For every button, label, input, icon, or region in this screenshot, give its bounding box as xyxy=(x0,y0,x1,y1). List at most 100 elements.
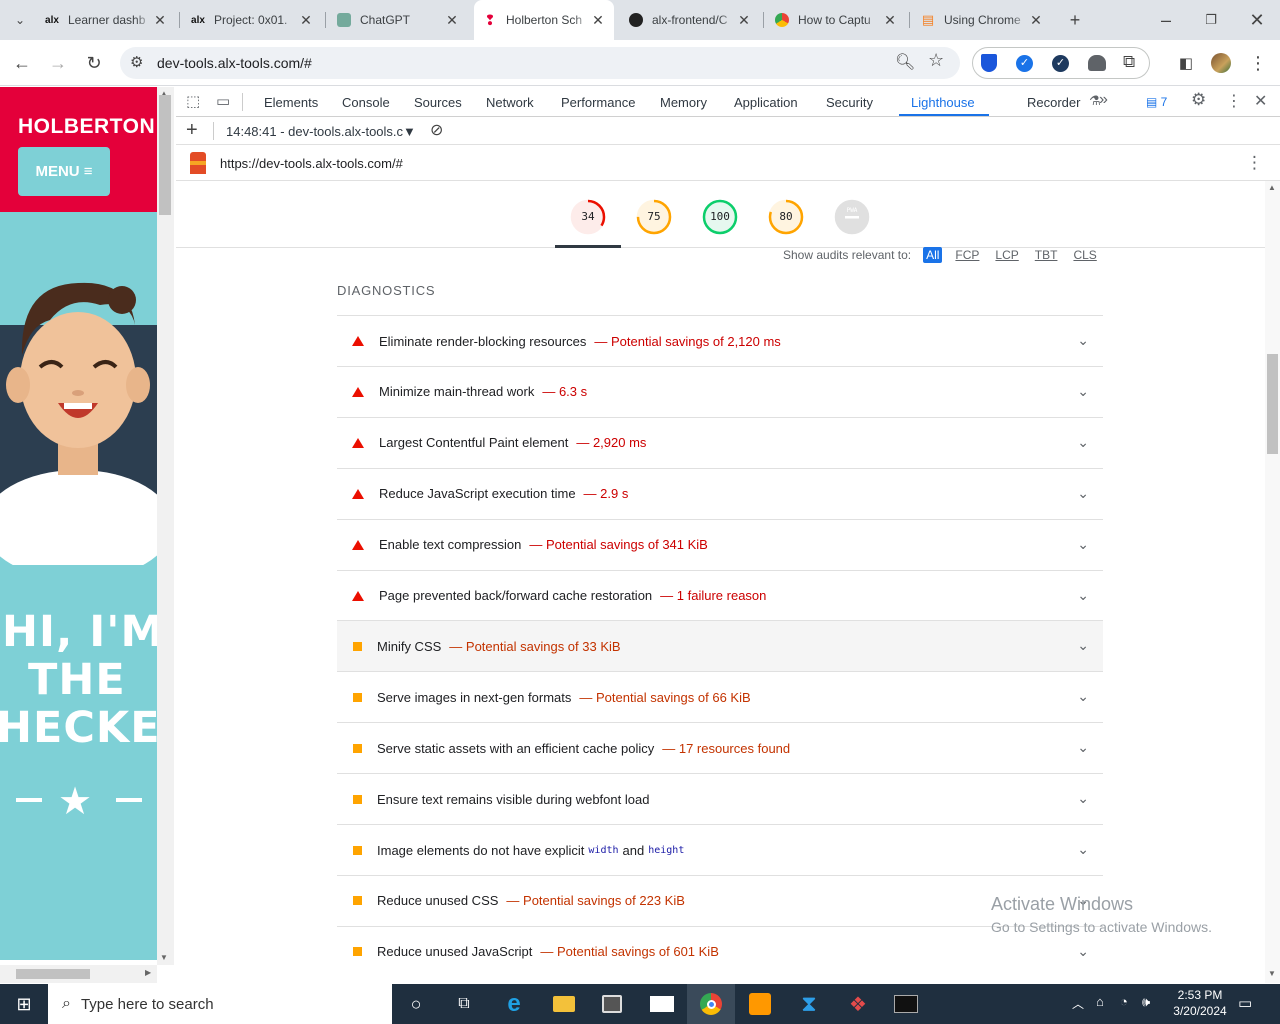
audit-row[interactable]: Reduce unused CSS — Potential savings of … xyxy=(337,874,1103,926)
git-kraken-icon[interactable]: ❖ xyxy=(844,990,872,1018)
chevron-down-icon[interactable]: ⌄ xyxy=(1077,536,1089,553)
clock[interactable]: 2:53 PM 3/20/2024 xyxy=(1162,987,1238,1019)
close-tab-icon[interactable]: ✕ xyxy=(882,12,898,28)
bitwarden-extension-icon[interactable] xyxy=(981,54,997,72)
devtools-tab-lighthouse[interactable]: Lighthouse xyxy=(911,95,975,110)
minimize-button[interactable]: – xyxy=(1152,6,1180,34)
audit-row[interactable]: Reduce JavaScript execution time — 2.9 s ⌄ xyxy=(337,467,1103,519)
devtools-tab-network[interactable]: Network xyxy=(486,95,534,110)
score-gauge[interactable]: 75 xyxy=(636,199,672,235)
audit-row[interactable]: Reduce unused JavaScript — Potential savi… xyxy=(337,925,1103,977)
page-horizontal-scrollbar[interactable]: ▶ xyxy=(0,965,157,983)
close-tab-icon[interactable]: ✕ xyxy=(1028,12,1044,28)
browser-tab[interactable]: ❢ Holberton Sch ✕ xyxy=(474,0,614,40)
audit-row[interactable]: Eliminate render-blocking resources — Pot… xyxy=(337,315,1103,366)
audit-row[interactable]: Serve static assets with an efficient ca… xyxy=(337,722,1103,773)
new-tab-button[interactable]: + xyxy=(1061,6,1089,34)
report-url[interactable]: https://dev-tools.alx-tools.com/# xyxy=(220,156,403,171)
sublime-icon[interactable] xyxy=(749,993,771,1015)
address-bar[interactable]: ⚙ dev-tools.alx-tools.com/# 🔍︎ ☆ xyxy=(120,47,960,79)
vscode-icon[interactable]: ⧗ xyxy=(795,990,823,1018)
devtools-vertical-scrollbar[interactable]: ▲ ▼ xyxy=(1265,181,1280,983)
chevron-down-icon[interactable]: ⌄ xyxy=(1077,434,1089,451)
close-tab-icon[interactable]: ✕ xyxy=(298,12,314,28)
network-icon[interactable]: ⌂ xyxy=(1096,994,1104,1009)
cortana-icon[interactable]: ○ xyxy=(402,990,430,1018)
store-icon[interactable] xyxy=(602,995,622,1013)
close-tab-icon[interactable]: ✕ xyxy=(736,12,752,28)
devtools-tab-recorder[interactable]: Recorder xyxy=(1027,95,1080,110)
filter-all[interactable]: All xyxy=(923,247,943,263)
chevron-down-icon[interactable]: ⌄ xyxy=(1077,332,1089,349)
tray-chevron-icon[interactable]: ︿ xyxy=(1072,995,1084,1012)
chevron-down-icon[interactable]: ⌄ xyxy=(1077,841,1089,858)
page-vertical-scrollbar[interactable]: ▲ ▼ xyxy=(157,87,174,965)
chevron-down-icon[interactable]: ⌄ xyxy=(1077,688,1089,705)
check-extension-icon[interactable]: ✓ xyxy=(1016,55,1033,72)
devtools-tab-performance[interactable]: Performance xyxy=(561,95,635,110)
settings-gear-icon[interactable]: ⚙ xyxy=(1191,90,1206,110)
chevron-down-icon[interactable]: ⌄ xyxy=(1077,943,1089,960)
notifications-icon[interactable]: ▭ xyxy=(1238,994,1252,1012)
filter-tbt[interactable]: TBT xyxy=(1032,247,1061,263)
chevron-down-icon[interactable]: ⌄ xyxy=(1077,739,1089,756)
site-info-icon[interactable]: ⚙ xyxy=(130,53,143,71)
audit-row[interactable]: Serve images in next-gen formats — Potent… xyxy=(337,671,1103,722)
browser-tab[interactable]: alx-frontend/C ✕ xyxy=(620,6,760,34)
edge-icon[interactable]: e xyxy=(500,990,528,1018)
filter-cls[interactable]: CLS xyxy=(1070,247,1099,263)
close-devtools-icon[interactable]: ✕ xyxy=(1254,91,1267,111)
report-menu-icon[interactable]: ⋮ xyxy=(1246,153,1263,173)
chevron-down-icon[interactable]: ⌄ xyxy=(1077,637,1089,654)
task-view-icon[interactable]: ⧉ xyxy=(450,990,478,1018)
report-selector[interactable]: 14:48:41 - dev-tools.alx-tools.c▼ xyxy=(226,124,416,139)
filter-lcp[interactable]: LCP xyxy=(992,247,1021,263)
browser-tab[interactable]: How to Captu ✕ xyxy=(766,6,906,34)
clear-reports-icon[interactable]: ⊘ xyxy=(430,120,443,140)
score-gauge[interactable]: 80 xyxy=(768,199,804,235)
terminal-icon[interactable] xyxy=(894,995,918,1013)
browser-tab[interactable]: alx Learner dashb ✕ xyxy=(36,6,176,34)
devtools-tab-elements[interactable]: Elements xyxy=(264,95,318,110)
more-tabs-icon[interactable]: » xyxy=(1099,91,1108,109)
score-gauge[interactable]: 34 xyxy=(570,199,606,235)
chevron-down-icon[interactable]: ⌄ xyxy=(1077,587,1089,604)
browser-tab[interactable]: ChatGPT ✕ xyxy=(328,6,468,34)
browser-tab[interactable]: alx Project: 0x01. ✕ xyxy=(182,6,322,34)
audit-row[interactable]: Page prevented back/forward cache restor… xyxy=(337,569,1103,621)
device-toolbar-icon[interactable]: ▭ xyxy=(216,92,230,110)
audit-row[interactable]: Minify CSS — Potential savings of 33 KiB ⌄ xyxy=(337,620,1103,672)
menu-button[interactable]: MENU ≡ xyxy=(18,147,110,196)
devtools-tab-sources[interactable]: Sources xyxy=(414,95,462,110)
devtools-tab-memory[interactable]: Memory xyxy=(660,95,707,110)
devtools-menu-icon[interactable]: ⋮ xyxy=(1226,91,1242,111)
tab-search-icon[interactable]: ⌄ xyxy=(6,6,34,34)
browser-tab[interactable]: ▤ Using Chrome ✕ xyxy=(912,6,1052,34)
taskbar-search-box[interactable]: ⌕ Type here to search xyxy=(48,984,392,1024)
devtools-tab-security[interactable]: Security xyxy=(826,95,873,110)
chevron-down-icon[interactable]: ⌄ xyxy=(1077,383,1089,400)
site-logo[interactable]: HOLBERTON xyxy=(18,115,155,139)
inspect-element-icon[interactable]: ⬚ xyxy=(186,92,200,110)
chevron-down-icon[interactable]: ⌄ xyxy=(1077,790,1089,807)
profile-avatar[interactable] xyxy=(1211,53,1231,73)
new-report-icon[interactable]: + xyxy=(186,119,198,142)
forward-button[interactable]: → xyxy=(44,49,72,77)
audit-row[interactable]: Minimize main-thread work — 6.3 s ⌄ xyxy=(337,365,1103,417)
bookmark-star-icon[interactable]: ☆ xyxy=(928,50,944,71)
back-button[interactable]: ← xyxy=(8,49,36,77)
file-explorer-icon[interactable] xyxy=(553,996,575,1012)
chevron-down-icon[interactable]: ⌄ xyxy=(1077,485,1089,502)
audit-row[interactable]: Largest Contentful Paint element — 2,920 … xyxy=(337,416,1103,468)
close-tab-icon[interactable]: ✕ xyxy=(590,12,606,28)
score-gauge[interactable]: 100 xyxy=(702,199,738,235)
verified-extension-icon[interactable]: ✓ xyxy=(1052,55,1069,72)
wifi-icon[interactable]: ◔ xyxy=(1120,994,1128,1009)
extensions-puzzle-icon[interactable]: ⧉ xyxy=(1123,52,1135,72)
restore-button[interactable]: ❐ xyxy=(1197,6,1225,34)
zoom-icon[interactable]: 🔍︎ xyxy=(895,52,915,72)
audit-row[interactable]: Enable text compression — Potential savin… xyxy=(337,518,1103,570)
close-tab-icon[interactable]: ✕ xyxy=(152,12,168,28)
devtools-tab-application[interactable]: Application xyxy=(734,95,798,110)
volume-icon[interactable]: 🕪︎ xyxy=(1142,994,1150,1010)
